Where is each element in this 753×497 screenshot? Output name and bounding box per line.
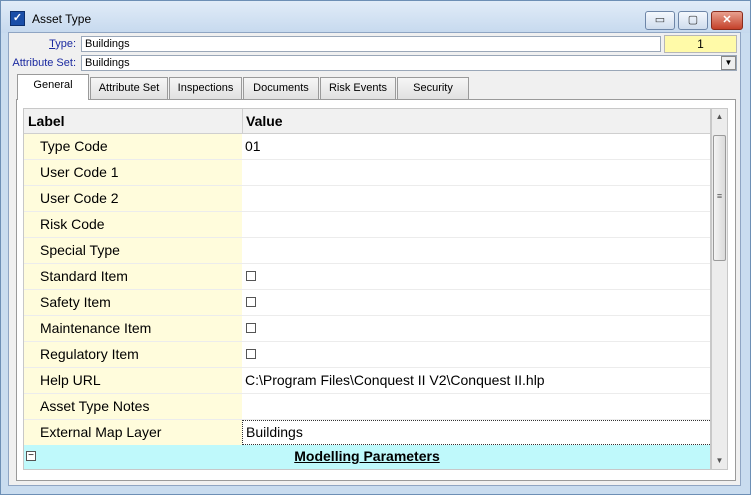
safety-item-value xyxy=(242,290,710,315)
minimize-button[interactable]: ▭ xyxy=(645,11,675,30)
scroll-down-arrow-icon[interactable]: ▼ xyxy=(712,453,727,469)
regulatory-item-checkbox[interactable] xyxy=(246,349,256,359)
row-label: Standard Item xyxy=(24,264,242,289)
table-row[interactable]: Standard Item xyxy=(24,264,710,290)
external-map-layer-value[interactable]: Buildings xyxy=(242,420,710,445)
table-row[interactable]: Asset Type Notes xyxy=(24,394,710,420)
type-id-field: 1 xyxy=(664,35,737,53)
vertical-scrollbar[interactable]: ▲ ≡ ▼ xyxy=(711,108,728,470)
special-type-value[interactable] xyxy=(242,238,710,263)
table-row[interactable]: Maintenance Item xyxy=(24,316,710,342)
table-row[interactable]: User Code 2 xyxy=(24,186,710,212)
table-row[interactable]: Special Type xyxy=(24,238,710,264)
table-row[interactable]: Type Code 01 xyxy=(24,134,710,160)
maintenance-item-checkbox[interactable] xyxy=(246,323,256,333)
section-title: Modelling Parameters xyxy=(294,448,440,464)
attribute-set-label: Attribute Set: xyxy=(12,57,76,69)
column-divider[interactable] xyxy=(242,109,243,133)
row-label: Regulatory Item xyxy=(24,342,242,367)
row-label: Safety Item xyxy=(24,290,242,315)
type-label-text: ype: xyxy=(55,38,76,50)
table-row[interactable]: Risk Code xyxy=(24,212,710,238)
column-header-value[interactable]: Value xyxy=(246,113,283,129)
tab-documents[interactable]: Documents xyxy=(243,77,319,99)
scroll-thumb[interactable]: ≡ xyxy=(713,135,726,261)
row-label: External Map Layer xyxy=(24,420,242,445)
chevron-down-icon[interactable]: ▼ xyxy=(721,56,736,70)
grid-header: Label Value xyxy=(24,109,710,134)
table-row[interactable]: User Code 1 xyxy=(24,160,710,186)
row-label: Help URL xyxy=(24,368,242,393)
table-row[interactable]: Regulatory Item xyxy=(24,342,710,368)
row-label: User Code 1 xyxy=(24,160,242,185)
column-header-label[interactable]: Label xyxy=(28,113,65,129)
tab-inspections[interactable]: Inspections xyxy=(169,77,242,99)
help-url-value[interactable]: C:\Program Files\Conquest II V2\Conquest… xyxy=(242,368,710,393)
user-code-2-value[interactable] xyxy=(242,186,710,211)
risk-code-value[interactable] xyxy=(242,212,710,237)
tab-risk-events[interactable]: Risk Events xyxy=(320,77,396,99)
property-grid: Label Value Type Code 01 User Code 1 Use… xyxy=(23,108,711,470)
user-code-1-value[interactable] xyxy=(242,160,710,185)
row-label: Asset Type Notes xyxy=(24,394,242,419)
type-code-value[interactable]: 01 xyxy=(242,134,710,159)
type-input[interactable]: Buildings xyxy=(81,36,661,52)
regulatory-item-value xyxy=(242,342,710,367)
app-checkmark-icon: ✓ xyxy=(10,11,25,26)
table-row[interactable]: Help URL C:\Program Files\Conquest II V2… xyxy=(24,368,710,394)
asset-type-notes-value[interactable] xyxy=(242,394,710,419)
tab-general[interactable]: General xyxy=(17,74,89,100)
maintenance-item-value xyxy=(242,316,710,341)
table-row[interactable]: Safety Item xyxy=(24,290,710,316)
close-button[interactable]: ✕ xyxy=(711,11,743,30)
title-bar[interactable]: ✓ Asset Type ▭ ▢ ✕ xyxy=(1,1,750,33)
attribute-set-select[interactable]: Buildings xyxy=(81,55,737,71)
standard-item-value xyxy=(242,264,710,289)
maximize-button[interactable]: ▢ xyxy=(678,11,708,30)
row-label: Type Code xyxy=(24,134,242,159)
row-label: User Code 2 xyxy=(24,186,242,211)
window-title: Asset Type xyxy=(32,12,92,26)
tab-security[interactable]: Security xyxy=(397,77,469,99)
table-row[interactable]: External Map Layer Buildings xyxy=(24,420,710,446)
type-label: Type: xyxy=(12,38,76,50)
row-label: Maintenance Item xyxy=(24,316,242,341)
standard-item-checkbox[interactable] xyxy=(246,271,256,281)
row-label: Risk Code xyxy=(24,212,242,237)
modelling-parameters-section[interactable]: − Modelling Parameters xyxy=(24,445,710,469)
row-label: Special Type xyxy=(24,238,242,263)
tab-attribute-set[interactable]: Attribute Set xyxy=(90,77,168,99)
scroll-up-arrow-icon[interactable]: ▲ xyxy=(712,109,727,125)
safety-item-checkbox[interactable] xyxy=(246,297,256,307)
